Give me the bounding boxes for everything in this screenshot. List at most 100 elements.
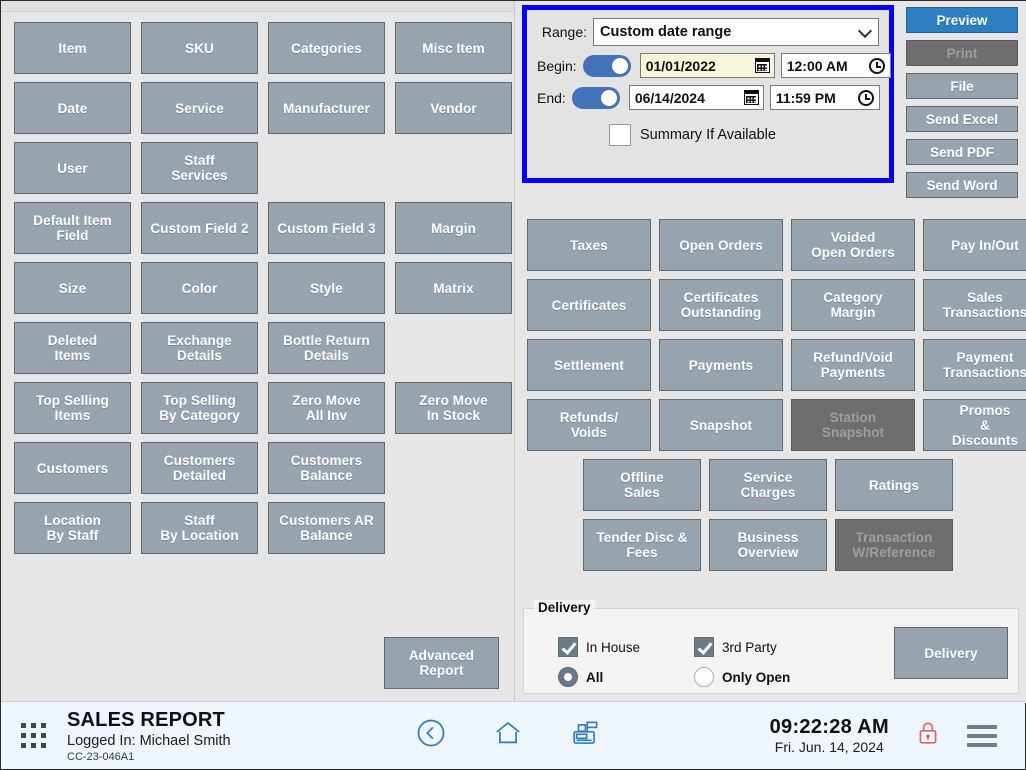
back-icon[interactable] xyxy=(416,718,446,753)
report-button[interactable]: Vendor xyxy=(395,82,512,134)
report-button[interactable]: Customers Balance xyxy=(268,442,385,494)
report-button-row: Item SKU Categories Misc Item xyxy=(14,22,512,74)
report-button[interactable]: User xyxy=(14,142,131,194)
report-button[interactable]: Misc Item xyxy=(395,22,512,74)
output-actions: Preview Print File Send Excel Send PDF Send W… xyxy=(906,7,1018,205)
in-house-option[interactable]: In House xyxy=(558,637,640,657)
report-button[interactable]: Zero Move In Stock xyxy=(395,382,512,434)
action-button-preview[interactable]: Preview xyxy=(906,7,1018,33)
clock-block: 09:22:28 AM Fri. Jun. 14, 2024 xyxy=(770,716,889,755)
end-label: End: xyxy=(537,89,566,106)
end-toggle-knob xyxy=(600,89,617,106)
right-report-grid: Taxes Open Orders Voided Open Orders Pay In… xyxy=(527,219,1026,579)
action-button-send-pdf[interactable]: Send PDF xyxy=(906,139,1018,165)
all-radio[interactable] xyxy=(558,667,578,687)
report-button[interactable]: Top Selling Items xyxy=(14,382,131,434)
app-grid-icon[interactable] xyxy=(21,722,49,749)
third-party-label: 3rd Party xyxy=(722,639,777,655)
only-open-radio[interactable] xyxy=(694,667,714,687)
report-button[interactable]: Customers Detailed xyxy=(141,442,258,494)
end-date-input[interactable]: 06/14/2024 xyxy=(628,85,764,110)
left-report-panel: Item SKU Categories Misc Item Date Service Man… xyxy=(1,1,514,703)
home-icon[interactable] xyxy=(492,718,524,753)
range-row: Range: Custom date range xyxy=(537,18,879,46)
end-time-value: 11:59 PM xyxy=(775,89,836,106)
report-button[interactable]: Manufacturer xyxy=(268,82,385,134)
all-option[interactable]: All xyxy=(558,667,603,687)
report-button[interactable]: Snapshot xyxy=(659,399,783,451)
report-button[interactable]: Business Overview xyxy=(709,519,827,571)
report-button[interactable]: Tender Disc & Fees xyxy=(583,519,701,571)
end-toggle[interactable] xyxy=(571,86,620,109)
report-button[interactable]: Service xyxy=(141,82,258,134)
action-button-send-word[interactable]: Send Word xyxy=(906,172,1018,198)
report-button[interactable]: Certificates Outstanding xyxy=(659,279,783,331)
begin-date-input[interactable]: 01/01/2022 xyxy=(639,53,775,78)
report-button[interactable]: SKU xyxy=(141,22,258,74)
report-button[interactable]: Date xyxy=(14,82,131,134)
report-button[interactable]: Size xyxy=(14,262,131,314)
report-button[interactable]: Payments xyxy=(659,339,783,391)
report-button[interactable]: Voided Open Orders xyxy=(791,219,915,271)
third-party-checkbox[interactable] xyxy=(694,637,714,657)
report-button[interactable]: Open Orders xyxy=(659,219,783,271)
report-button[interactable]: Custom Field 2 xyxy=(141,202,258,254)
calendar-icon[interactable] xyxy=(743,89,759,105)
chevron-down-icon xyxy=(857,23,873,39)
report-button-row: Date Service Manufacturer Vendor xyxy=(14,82,512,134)
only-open-option[interactable]: Only Open xyxy=(694,667,790,687)
right-panel: Range: Custom date range Begin: 01/01/20… xyxy=(515,1,1026,703)
cash-register-icon[interactable] xyxy=(570,718,602,753)
report-button[interactable]: Deleted Items xyxy=(14,322,131,374)
report-button[interactable]: Bottle Return Details xyxy=(268,322,385,374)
report-button[interactable]: Categories xyxy=(268,22,385,74)
summary-if-available-checkbox[interactable] xyxy=(609,124,631,146)
report-button[interactable]: Matrix xyxy=(395,262,512,314)
report-button[interactable]: Zero Move All Inv xyxy=(268,382,385,434)
begin-toggle[interactable] xyxy=(582,54,631,77)
clock-icon[interactable] xyxy=(868,57,885,74)
report-button[interactable]: Refund/Void Payments xyxy=(791,339,915,391)
report-button[interactable]: Top Selling By Category xyxy=(141,382,258,434)
range-select[interactable]: Custom date range xyxy=(593,18,879,46)
report-button[interactable]: Service Charges xyxy=(709,459,827,511)
report-button[interactable]: Margin xyxy=(395,202,512,254)
report-button[interactable]: Payment Transactions xyxy=(923,339,1026,391)
report-button[interactable]: Customers AR Balance xyxy=(268,502,385,554)
report-button[interactable]: Promos & Discounts xyxy=(923,399,1026,451)
clock-icon[interactable] xyxy=(857,89,874,106)
report-button[interactable]: Staff By Location xyxy=(141,502,258,554)
end-time-input[interactable]: 11:59 PM xyxy=(769,85,880,110)
report-button[interactable]: Staff Services xyxy=(141,142,258,194)
calendar-icon[interactable] xyxy=(754,57,770,73)
report-button[interactable]: Category Margin xyxy=(791,279,915,331)
report-button[interactable]: Style xyxy=(268,262,385,314)
report-button[interactable]: Color xyxy=(141,262,258,314)
report-button[interactable]: Taxes xyxy=(527,219,651,271)
report-button[interactable]: Ratings xyxy=(835,459,953,511)
begin-time-input[interactable]: 12:00 AM xyxy=(780,53,891,78)
report-button[interactable]: Location By Staff xyxy=(14,502,131,554)
in-house-checkbox[interactable] xyxy=(558,637,578,657)
grid-spacer xyxy=(395,502,512,554)
report-button[interactable]: Default Item Field xyxy=(14,202,131,254)
action-button-send-excel[interactable]: Send Excel xyxy=(906,106,1018,132)
report-button[interactable]: Custom Field 3 xyxy=(268,202,385,254)
report-button[interactable]: Settlement xyxy=(527,339,651,391)
report-button[interactable]: Sales Transactions xyxy=(923,279,1026,331)
lock-icon[interactable] xyxy=(915,718,941,753)
report-button[interactable]: Refunds/ Voids xyxy=(527,399,651,451)
end-date-value: 06/14/2024 xyxy=(634,89,705,106)
hamburger-menu-icon[interactable] xyxy=(966,720,997,752)
report-button[interactable]: Exchange Details xyxy=(141,322,258,374)
report-button[interactable]: Customers xyxy=(14,442,131,494)
report-button[interactable]: Pay In/Out xyxy=(923,219,1026,271)
action-button-file[interactable]: File xyxy=(906,73,1018,99)
delivery-button[interactable]: Delivery xyxy=(894,627,1008,679)
report-button[interactable]: Certificates xyxy=(527,279,651,331)
report-button[interactable]: Offline Sales xyxy=(583,459,701,511)
report-button[interactable]: Item xyxy=(14,22,131,74)
advanced-report-button[interactable]: Advanced Report xyxy=(384,637,499,689)
third-party-option[interactable]: 3rd Party xyxy=(694,637,777,657)
action-button-print: Print xyxy=(906,40,1018,66)
